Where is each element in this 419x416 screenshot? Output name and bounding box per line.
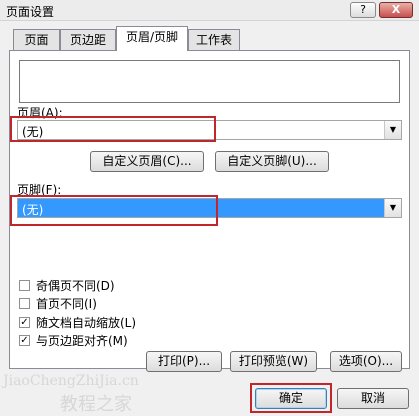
close-button[interactable]: X — [379, 2, 413, 18]
tab-margins[interactable]: 页边距 — [60, 29, 116, 50]
ok-highlight-box — [250, 383, 332, 413]
window-title: 页面设置 — [6, 5, 55, 19]
watermark-text: 教程之家 — [60, 394, 132, 415]
watermark-url: JiaoChengZhiJia.cn — [3, 373, 139, 389]
tab-page[interactable]: 页面 — [13, 29, 60, 50]
custom-footer-button[interactable]: 自定义页脚(U)... — [215, 151, 329, 172]
scale-with-document-label: 随文档自动缩放(L) — [36, 316, 137, 330]
help-button[interactable]: ? — [350, 2, 376, 18]
checkmark-icon: ✓ — [20, 335, 29, 346]
first-page-checkbox[interactable] — [19, 298, 30, 309]
chevron-down-icon[interactable]: ▼ — [384, 121, 401, 139]
chevron-down-icon[interactable]: ▼ — [384, 199, 401, 217]
header-preview — [19, 60, 400, 103]
align-margins-label: 与页边距对齐(M) — [36, 334, 128, 348]
scale-with-document-checkbox[interactable]: ✓ — [19, 317, 30, 328]
checkmark-icon: ✓ — [20, 317, 29, 328]
first-page-label: 首页不同(I) — [36, 297, 97, 311]
print-button[interactable]: 打印(P)... — [146, 351, 222, 372]
align-margins-checkbox[interactable]: ✓ — [19, 335, 30, 346]
print-preview-button[interactable]: 打印预览(W) — [230, 351, 317, 372]
custom-header-button[interactable]: 自定义页眉(C)... — [90, 151, 204, 172]
odd-even-checkbox[interactable] — [19, 280, 30, 291]
options-button[interactable]: 选项(O)... — [330, 351, 402, 372]
cancel-button[interactable]: 取消 — [337, 388, 409, 409]
footer-highlight-box — [10, 195, 218, 226]
odd-even-label: 奇偶页不同(D) — [36, 279, 115, 293]
tab-sheet[interactable]: 工作表 — [188, 29, 240, 50]
header-highlight-box — [10, 116, 216, 142]
tab-header-footer[interactable]: 页眉/页脚 — [116, 26, 188, 51]
